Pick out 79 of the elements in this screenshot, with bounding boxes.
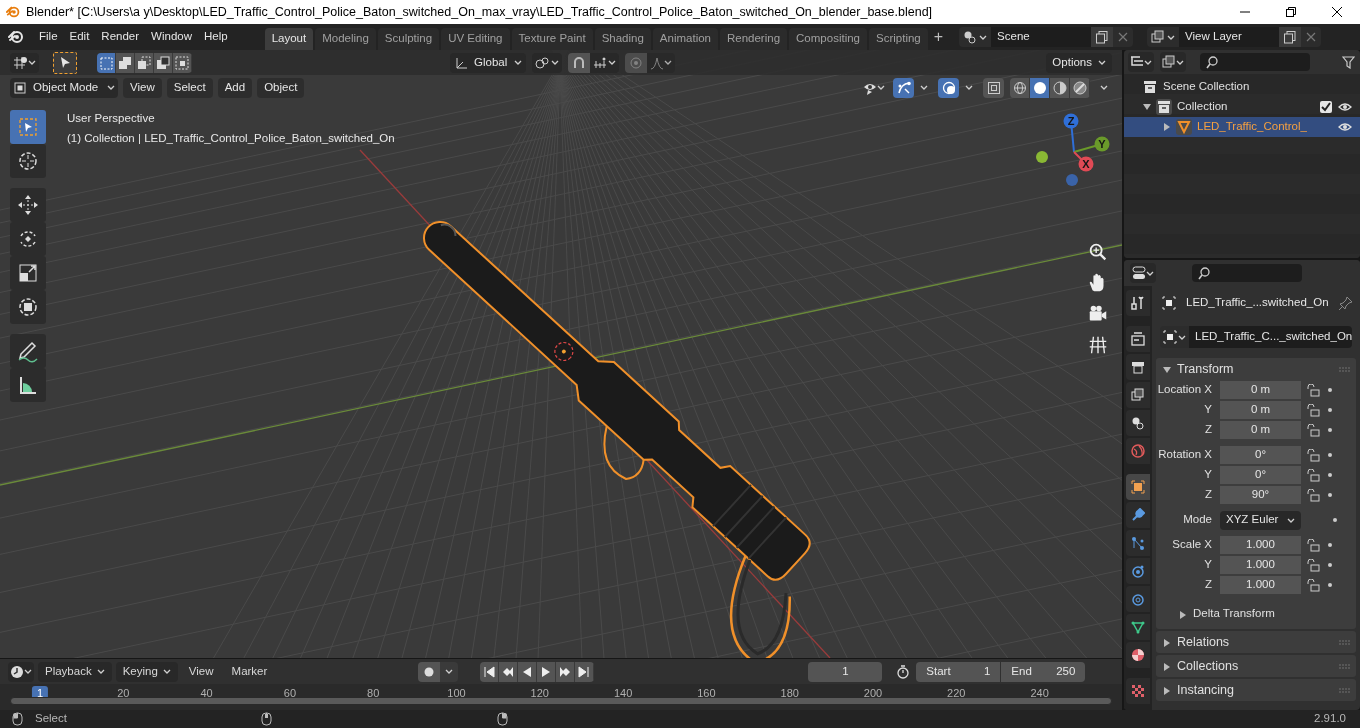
field-label: Y [1203, 402, 1213, 418]
number-field[interactable]: 0 m [1220, 420, 1301, 440]
menu-item[interactable]: Marker [224, 661, 275, 682]
workspace-tab[interactable]: Texture Paint [511, 28, 593, 50]
workspace-tab[interactable]: Modeling [315, 28, 376, 50]
outliner-item[interactable]: Scene Collection [1163, 78, 1250, 96]
workspace-tab[interactable]: Sculpting [377, 28, 440, 50]
version-label: 2.91.0 [1314, 711, 1346, 727]
workspace-tab[interactable]: Layout [264, 28, 314, 50]
status-action: Select [35, 711, 67, 727]
number-field[interactable]: 0° [1220, 445, 1301, 465]
frame-number: 80 [367, 686, 380, 700]
object-name-field[interactable]: LED_Traffic_C..._switched_On [1189, 326, 1352, 348]
workspace-tab[interactable]: Rendering [720, 28, 788, 50]
current-frame-field[interactable]: 1 [808, 661, 883, 682]
menu-item[interactable]: File [34, 27, 63, 47]
panel-title[interactable]: Transform [1177, 359, 1234, 379]
number-field[interactable]: 1.000 [1220, 555, 1301, 575]
frame-number: 20 [117, 686, 130, 700]
frame-number: 200 [863, 686, 883, 700]
number-field[interactable]: 0 m [1220, 380, 1301, 400]
subpanel-title[interactable]: Delta Transform [1193, 605, 1275, 623]
add-workspace-button[interactable]: + [929, 25, 948, 49]
axis-label: Y [1097, 137, 1107, 151]
axis-label: X [1081, 157, 1091, 171]
options-dropdown[interactable]: Options [1046, 52, 1112, 73]
workspace-tab[interactable]: Shading [594, 28, 651, 50]
outliner-item[interactable]: Collection [1177, 98, 1228, 116]
workspace-tab[interactable]: UV Editing [441, 28, 510, 50]
field-label: Mode [1182, 512, 1213, 528]
field-label: Scale X [1171, 537, 1213, 553]
frame-number: 120 [530, 686, 549, 700]
frame-number: 60 [283, 686, 296, 700]
outliner-item[interactable]: LED_Traffic_Control_ [1197, 118, 1307, 136]
field-label: Location X [1156, 382, 1213, 398]
menu-item[interactable]: Render [96, 27, 145, 47]
menu-item[interactable]: Playback [38, 661, 112, 682]
workspace-tab[interactable]: Scripting [869, 28, 928, 50]
menu-item[interactable]: Edit [64, 27, 95, 47]
menu-item[interactable]: Keying [115, 661, 178, 682]
field-label: Z [1203, 577, 1213, 593]
axis-label: Z [1066, 114, 1076, 128]
view-name: User Perspective [67, 111, 156, 126]
number-field[interactable]: 1.000 [1220, 535, 1301, 555]
menu-item[interactable]: Select [166, 77, 213, 98]
number-field[interactable]: 90° [1220, 485, 1301, 505]
end-frame-field[interactable]: End 250 [1001, 661, 1086, 682]
start-frame-field[interactable]: Start 1 [916, 661, 1001, 682]
field-label: Y [1203, 467, 1213, 483]
scene-field[interactable]: Scene [991, 27, 1092, 47]
workspace-tab[interactable]: Animation [652, 28, 718, 50]
field-label: Z [1203, 487, 1213, 503]
menu-item[interactable]: Help [199, 27, 233, 47]
field-label: Rotation X [1157, 447, 1213, 463]
workspace-tab[interactable]: Compositing [789, 28, 867, 50]
field-label: Z [1203, 422, 1213, 438]
frame-number: 180 [780, 686, 799, 700]
frame-number: 140 [613, 686, 633, 700]
number-field[interactable]: 1.000 [1220, 575, 1301, 595]
window-title: Blender* [C:\Users\a y\Desktop\LED_Traffic_Control_Police_Baton_switched_On_max_vray\LED_Traffic_Control_Police_Baton_switched_On_blender_base.blend] [26, 3, 933, 21]
view-layer-field[interactable]: View Layer [1179, 27, 1280, 47]
rotation-mode-dropdown[interactable]: XYZ Euler [1220, 510, 1301, 530]
number-field[interactable]: 0° [1220, 465, 1301, 485]
menu-item[interactable]: Object [257, 77, 305, 98]
object-name: LED_Traffic_...switched_On [1186, 295, 1329, 311]
frame-number: 220 [947, 686, 966, 700]
mode-dropdown[interactable]: Object Mode [10, 77, 118, 98]
menu-item[interactable]: Add [217, 77, 253, 98]
frame-number: 100 [447, 686, 466, 700]
frame-number: 240 [1030, 686, 1049, 700]
orientation-dropdown[interactable]: Global [450, 52, 526, 73]
menu-item[interactable]: Window [146, 27, 197, 47]
menu-item[interactable]: View [181, 661, 221, 682]
frame-number: 160 [697, 686, 716, 700]
menu-item[interactable]: View [123, 77, 162, 98]
collection-info: (1) Collection | LED_Traffic_Control_Police_Baton_switched_On [67, 131, 395, 147]
number-field[interactable]: 0 m [1220, 400, 1301, 420]
field-label: Y [1203, 557, 1213, 573]
frame-number: 40 [200, 686, 213, 700]
